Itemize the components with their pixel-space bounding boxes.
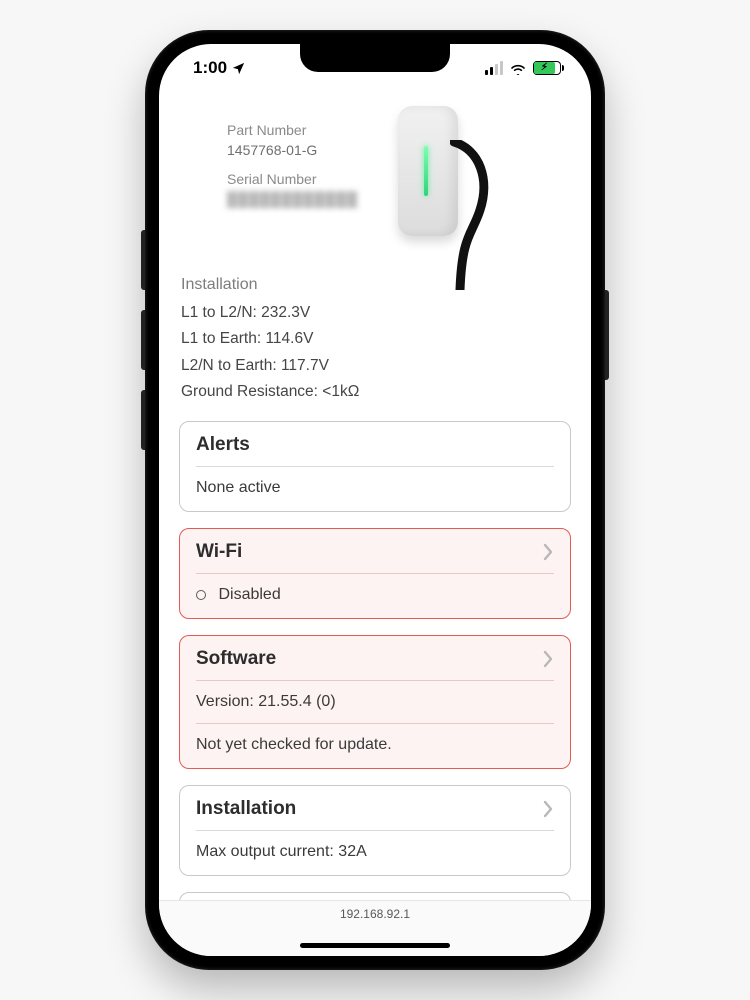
- browser-bottom-bar: 192.168.92.1: [159, 900, 591, 956]
- status-bar-right: ⚡︎: [485, 61, 561, 75]
- status-indicator-icon: [196, 590, 206, 600]
- serial-number-value: ████████████: [227, 189, 358, 209]
- battery-icon: ⚡︎: [533, 61, 561, 75]
- part-number-value: 1457768-01-G: [227, 140, 358, 160]
- software-update-status: Not yet checked for update.: [196, 734, 554, 756]
- installation-max-current: Max output current: 32A: [196, 841, 554, 863]
- installation-card[interactable]: Installation Max output current: 32A: [179, 785, 571, 876]
- location-arrow-icon: [231, 61, 246, 76]
- chevron-right-icon: [542, 650, 554, 668]
- software-version: Version: 21.55.4 (0): [196, 691, 554, 713]
- installation-readings: Installation L1 to L2/N: 232.3V L1 to Ea…: [179, 276, 571, 405]
- device-meta: Part Number 1457768-01-G Serial Number █…: [227, 100, 358, 209]
- part-number-label: Part Number: [227, 120, 358, 140]
- installation-title: Installation: [196, 798, 296, 820]
- software-card[interactable]: Software Version: 21.55.4 (0) Not yet ch…: [179, 635, 571, 769]
- alerts-body: None active: [196, 477, 554, 499]
- wifi-icon: [509, 61, 527, 75]
- charging-bolt-icon: ⚡︎: [541, 63, 548, 73]
- alerts-card[interactable]: Alerts None active: [179, 421, 571, 512]
- wifi-status-text: Disabled: [218, 586, 280, 603]
- home-indicator[interactable]: [300, 943, 450, 948]
- chevron-right-icon: [542, 800, 554, 818]
- wall-connector-image: [376, 100, 486, 270]
- status-time: 1:00: [193, 58, 227, 78]
- chevron-right-icon: [542, 543, 554, 561]
- cellular-signal-icon: [485, 61, 503, 75]
- wifi-card[interactable]: Wi-Fi Disabled: [179, 528, 571, 619]
- serial-number-label: Serial Number: [227, 169, 358, 189]
- page-address[interactable]: 192.168.92.1: [340, 907, 410, 921]
- device-header: Part Number 1457768-01-G Serial Number █…: [179, 100, 571, 270]
- wifi-status-row: Disabled: [196, 584, 554, 606]
- installation-readings-title: Installation: [181, 276, 571, 294]
- notch: [300, 44, 450, 72]
- wifi-title: Wi-Fi: [196, 541, 242, 563]
- alerts-title: Alerts: [196, 434, 250, 456]
- status-bar-left: 1:00: [193, 58, 246, 78]
- software-title: Software: [196, 648, 276, 670]
- reading-line: L2/N to Earth: 117.7V: [181, 353, 571, 379]
- reading-line: Ground Resistance: <1kΩ: [181, 379, 571, 405]
- next-card-partial[interactable]: [179, 892, 571, 900]
- reading-line: L1 to Earth: 114.6V: [181, 326, 571, 352]
- reading-line: L1 to L2/N: 232.3V: [181, 300, 571, 326]
- screen: 1:00 ⚡︎: [159, 44, 591, 956]
- phone-frame: 1:00 ⚡︎: [145, 30, 605, 970]
- page-content: Part Number 1457768-01-G Serial Number █…: [159, 92, 591, 900]
